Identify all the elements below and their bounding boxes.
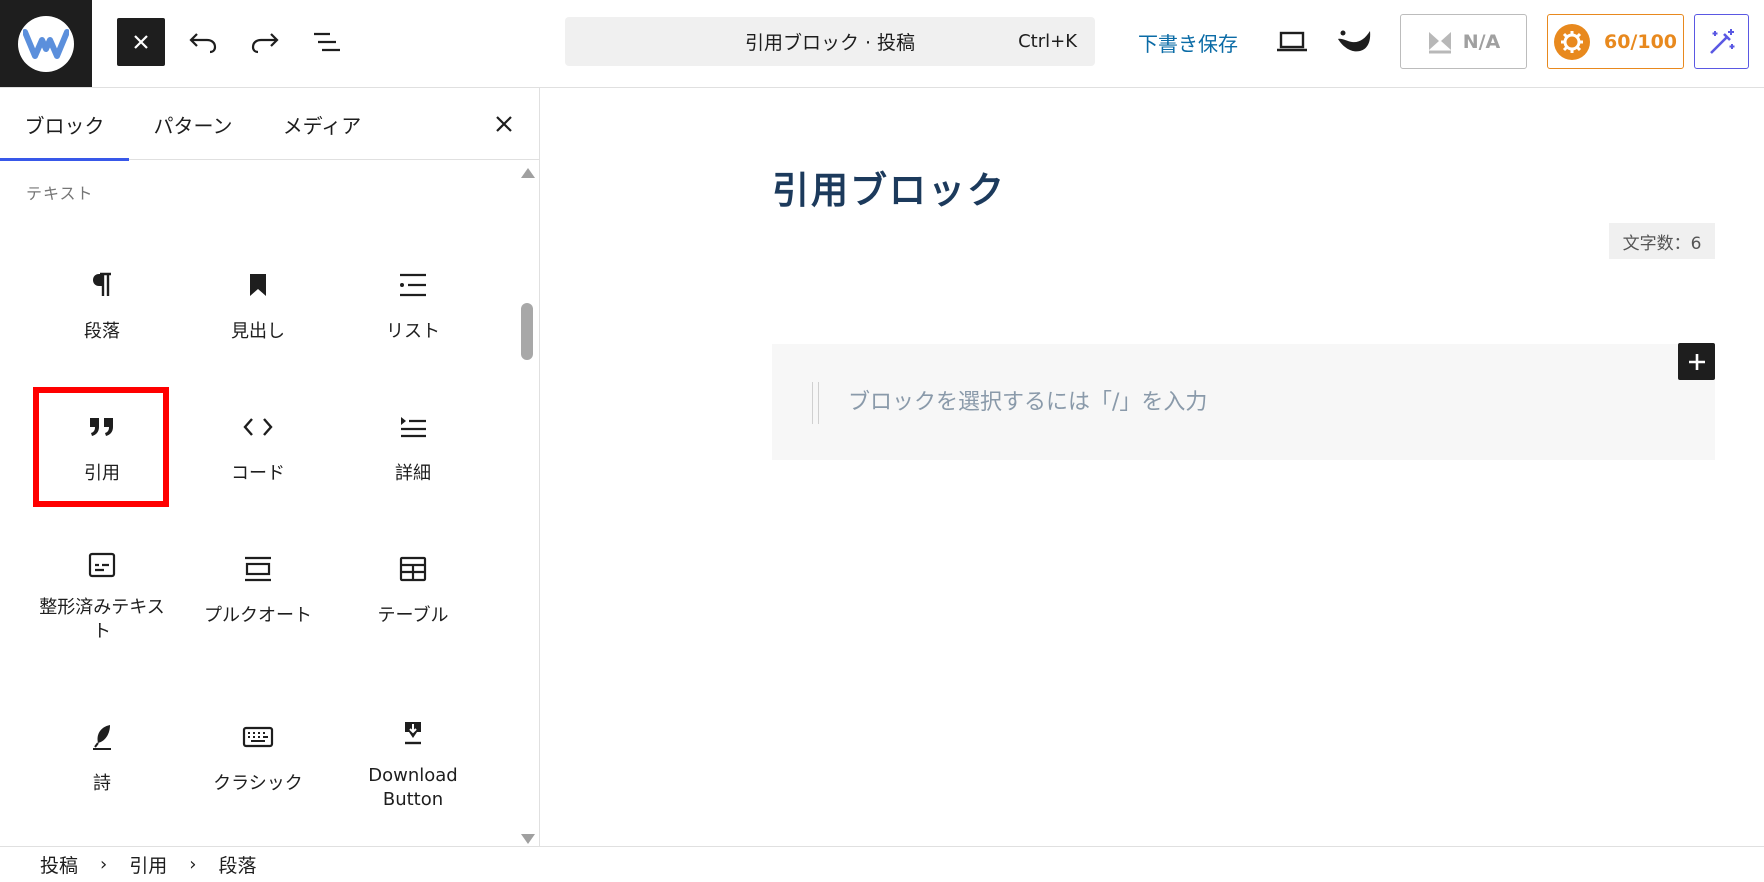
block-label: 引用 [84, 463, 120, 484]
block-item-verse[interactable]: 詩 [34, 692, 170, 812]
block-label: Download Button [368, 765, 458, 810]
paragraph-icon [90, 268, 114, 302]
quote-paragraph-placeholder[interactable]: ブロックを選択するには「/」を入力 [848, 384, 1207, 416]
block-item-download-button[interactable]: Download Button [345, 692, 481, 812]
add-block-button[interactable] [1678, 343, 1715, 380]
block-label: コード [231, 463, 285, 484]
block-label: 段落 [84, 321, 120, 342]
seo-score-button[interactable]: 60/100 [1547, 14, 1684, 69]
wordpress-logo-icon [18, 15, 74, 72]
seo-logo-icon [1428, 31, 1451, 53]
inserter-tabs: ブロック パターン メディア [0, 88, 540, 161]
verse-icon [90, 720, 114, 754]
undo-icon [189, 33, 217, 54]
close-inserter-panel-button[interactable] [480, 100, 528, 148]
breadcrumb-quote[interactable]: 引用 [129, 851, 167, 878]
breadcrumb-chevron-icon: › [189, 854, 197, 875]
block-label: 詳細 [395, 463, 431, 484]
command-shortcut: Ctrl+K [1018, 31, 1077, 52]
block-breadcrumb: 投稿 › 引用 › 段落 [0, 846, 1764, 882]
scrollbar-thumb[interactable] [521, 303, 533, 360]
block-label: 詩 [93, 773, 111, 794]
undo-button[interactable] [179, 18, 227, 66]
quote-border [818, 382, 819, 424]
redo-button[interactable] [241, 18, 289, 66]
preview-button[interactable] [1268, 18, 1316, 66]
block-item-code[interactable]: コード [190, 382, 326, 502]
quote-block[interactable]: ブロックを選択するには「/」を入力 [772, 344, 1715, 460]
block-inserter-panel: ブロック パターン メディア テキスト 段落 見出し リスト 引用 コード 詳細… [0, 88, 540, 846]
block-item-paragraph[interactable]: 段落 [34, 240, 170, 360]
block-item-details[interactable]: 詳細 [345, 382, 481, 502]
editor-canvas: 引用ブロック 文字数：6 ブロックを選択するには「/」を入力 [541, 88, 1764, 846]
redo-icon [251, 33, 279, 54]
tab-media[interactable]: メディア [276, 88, 368, 160]
seo-na-button[interactable]: N/A [1400, 14, 1527, 69]
scroll-up-arrow-icon[interactable] [521, 168, 535, 178]
save-draft-button[interactable]: 下書き保存 [1138, 28, 1238, 57]
block-item-preformatted[interactable]: 整形済みテキスト [34, 524, 170, 644]
block-label: テーブル [377, 605, 449, 626]
quote-icon [88, 410, 116, 444]
leaf-icon [1338, 30, 1371, 52]
block-label: リスト [386, 321, 440, 342]
scroll-down-arrow-icon[interactable] [521, 834, 535, 844]
block-item-pullquote[interactable]: プルクオート [190, 524, 326, 644]
preformatted-icon [88, 552, 116, 578]
char-count-badge: 文字数：6 [1609, 223, 1715, 259]
editor-toolbar: 引用ブロック · 投稿 Ctrl+K 下書き保存 N/A 60/100 [0, 0, 1764, 88]
block-label: プルクオート [204, 605, 312, 626]
magic-wand-icon [1709, 28, 1734, 54]
pullquote-icon [243, 552, 273, 586]
laptop-icon [1277, 31, 1307, 52]
block-item-table[interactable]: テーブル [345, 524, 481, 644]
block-item-list[interactable]: リスト [345, 240, 481, 360]
post-title[interactable]: 引用ブロック [772, 160, 1006, 214]
jetpack-button[interactable] [1330, 18, 1378, 66]
seo-score-label: 60/100 [1603, 30, 1678, 53]
tab-patterns[interactable]: パターン [145, 88, 241, 160]
ai-assistant-button[interactable] [1694, 14, 1749, 69]
breadcrumb-chevron-icon: › [100, 854, 108, 875]
tab-blocks[interactable]: ブロック [0, 88, 129, 161]
list-view-icon [314, 32, 340, 52]
block-label: クラシック [213, 773, 303, 794]
breadcrumb-post[interactable]: 投稿 [40, 851, 78, 878]
code-icon [242, 410, 274, 444]
site-logo-button[interactable] [0, 0, 92, 87]
download-icon [401, 720, 425, 746]
block-label: 見出し [231, 321, 285, 342]
category-heading: テキスト [26, 184, 94, 203]
gear-icon [1553, 23, 1590, 60]
command-palette-bar[interactable]: 引用ブロック · 投稿 Ctrl+K [565, 17, 1095, 66]
block-item-quote[interactable]: 引用 [34, 382, 170, 502]
block-item-heading[interactable]: 見出し [190, 240, 326, 360]
block-item-classic[interactable]: クラシック [190, 692, 326, 812]
plus-icon [1688, 353, 1705, 370]
document-overview-button[interactable] [303, 18, 351, 66]
quote-border [812, 382, 813, 424]
seo-na-label: N/A [1462, 30, 1501, 53]
keyboard-icon [242, 720, 274, 754]
close-icon [496, 116, 512, 132]
close-inserter-button[interactable] [117, 18, 165, 66]
block-label: 整形済みテキスト [39, 597, 165, 642]
bookmark-icon [248, 268, 268, 302]
inserter-scrollbar[interactable] [518, 160, 536, 846]
document-title: 引用ブロック · 投稿 [744, 32, 916, 54]
list-icon [399, 268, 427, 302]
close-icon [134, 35, 148, 49]
details-icon [399, 410, 427, 444]
table-icon [399, 552, 427, 586]
breadcrumb-paragraph[interactable]: 段落 [218, 851, 256, 878]
